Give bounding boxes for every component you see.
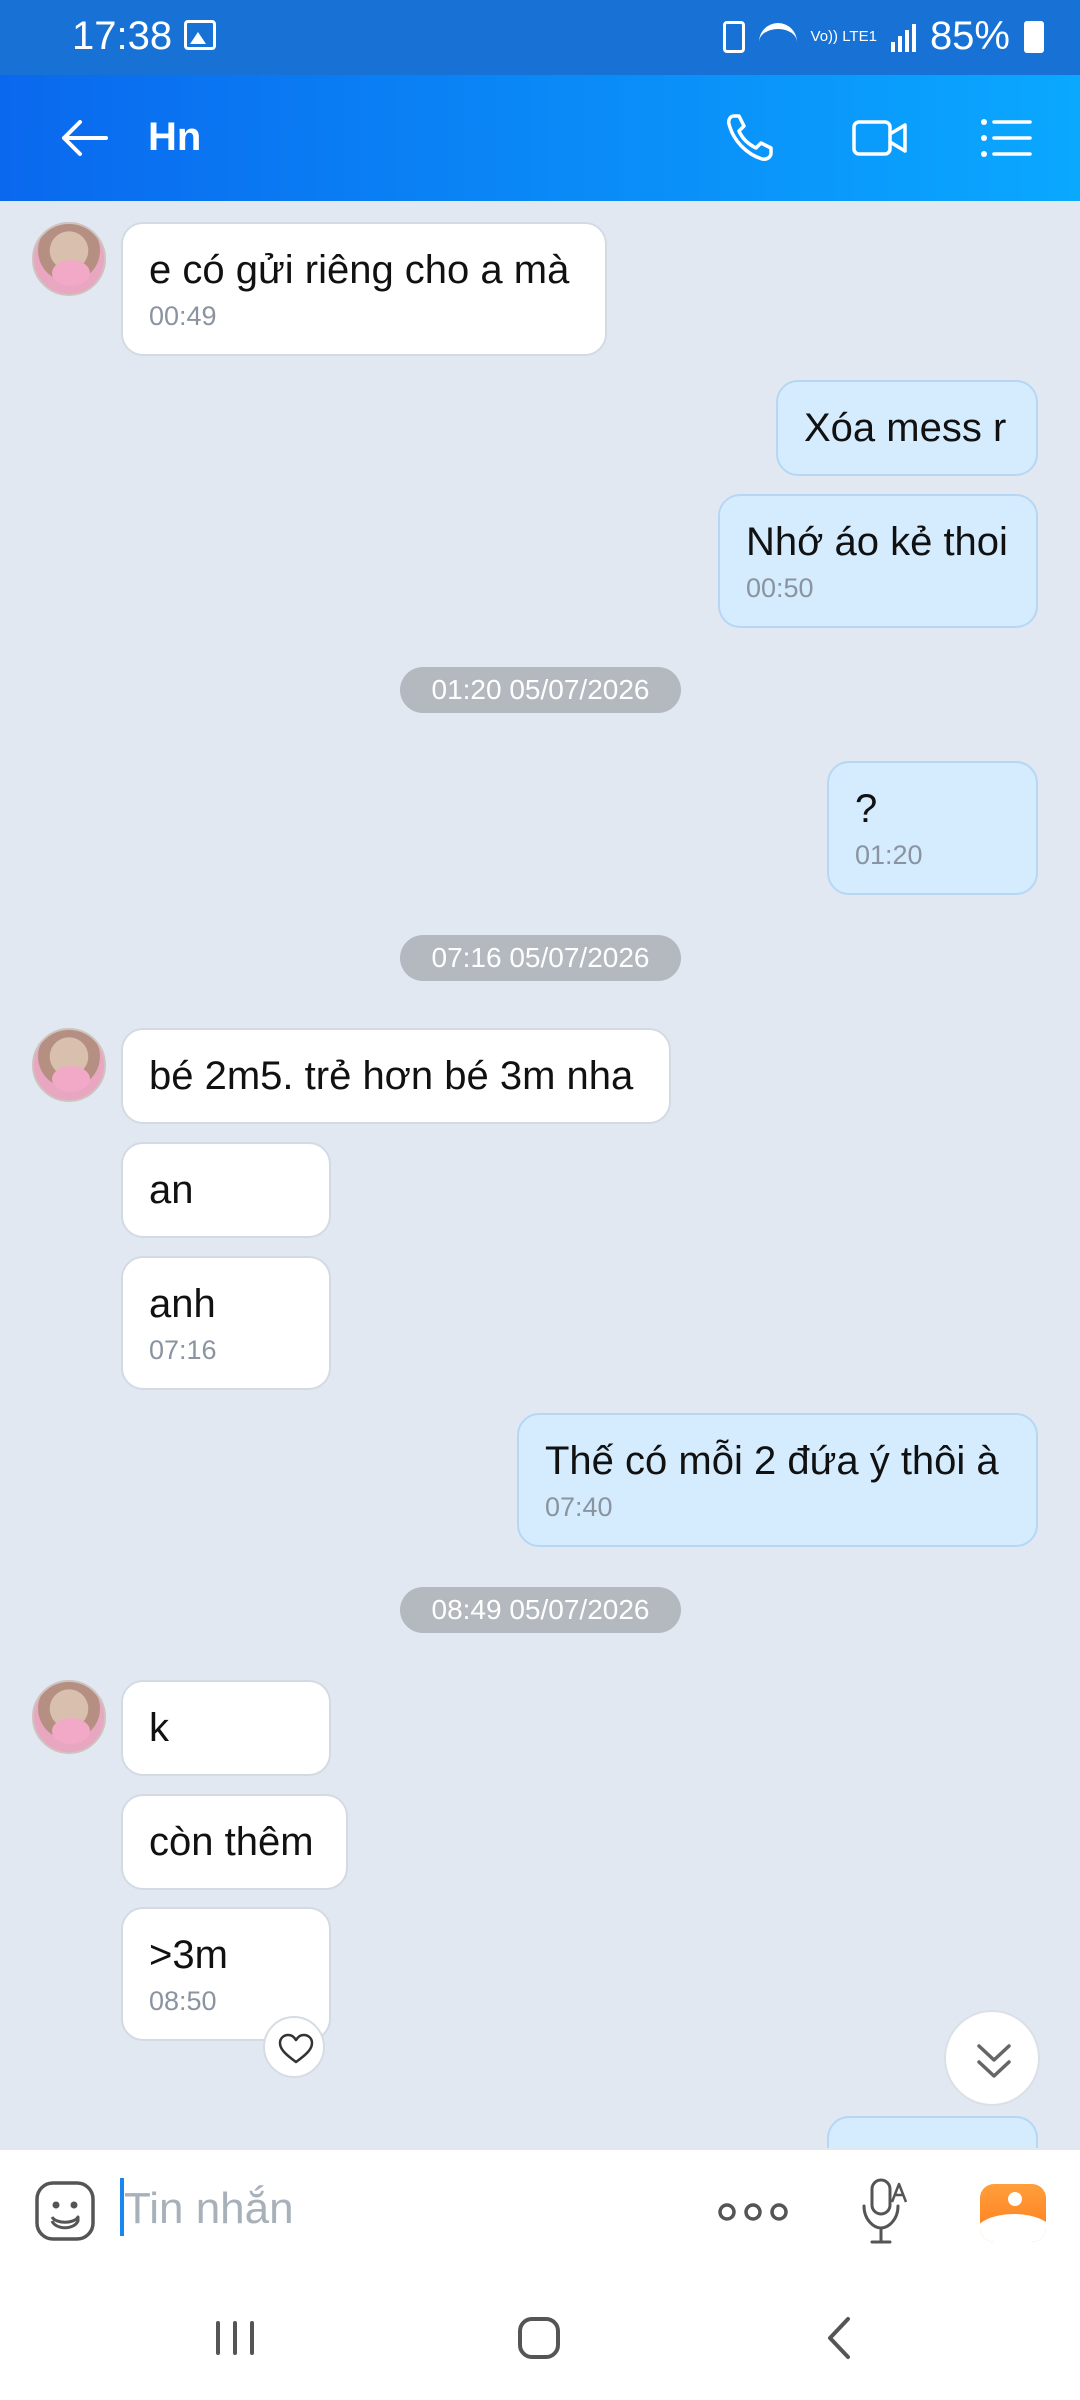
- battery-percent: 85%: [929, 14, 1010, 58]
- message-text: Nhớ áo kẻ thoi: [746, 520, 1008, 564]
- system-nav-bar: [0, 2273, 1080, 2400]
- phone-icon[interactable]: [722, 110, 778, 166]
- message-incoming[interactable]: k: [121, 1680, 331, 1776]
- video-call-icon[interactable]: [852, 110, 908, 166]
- contact-avatar[interactable]: [32, 1680, 106, 1754]
- contact-avatar[interactable]: [32, 1028, 106, 1102]
- message-text: ?: [855, 787, 878, 831]
- back-nav-icon[interactable]: [814, 2313, 868, 2363]
- date-separator: 08:49 05/07/2026: [400, 1587, 681, 1633]
- image-icon[interactable]: [980, 2184, 1046, 2242]
- message-text: Thế có mỗi 2 đứa ý thôi à: [545, 1439, 999, 1483]
- status-indicators: Vo)) LTE1 85%: [722, 14, 1044, 59]
- message-text: k: [149, 1706, 169, 1750]
- message-text: an: [149, 1168, 194, 1212]
- message-incoming[interactable]: còn thêm: [121, 1794, 348, 1890]
- message-outgoing[interactable]: Nhớ áo kẻ thoi 00:50: [718, 494, 1038, 628]
- back-arrow-icon[interactable]: [58, 113, 110, 163]
- gallery-notification-icon: [184, 20, 216, 50]
- status-time: 17:38: [72, 14, 173, 58]
- date-separator: 07:16 05/07/2026: [400, 935, 681, 981]
- message-time: 08:50: [149, 1986, 217, 2016]
- contact-name[interactable]: Hn: [148, 115, 201, 160]
- message-outgoing[interactable]: Xóa mess r: [776, 380, 1038, 476]
- more-icon[interactable]: [716, 2194, 790, 2230]
- message-time: 00:50: [746, 573, 814, 603]
- message-text: >3m: [149, 1933, 228, 1977]
- mic-icon[interactable]: [858, 2176, 910, 2246]
- message-text: e có gửi riêng cho a mà: [149, 248, 570, 292]
- heart-icon: [278, 2033, 314, 2064]
- battery-saver-icon: [722, 20, 745, 53]
- volte-indicator: Vo)) LTE1: [810, 28, 877, 45]
- message-text: bé 2m5. trẻ hơn bé 3m nha: [149, 1054, 634, 1098]
- chevron-double-down-icon: [977, 2044, 1011, 2078]
- message-incoming[interactable]: bé 2m5. trẻ hơn bé 3m nha: [121, 1028, 671, 1124]
- message-outgoing-partial[interactable]: [827, 2116, 1038, 2148]
- date-separator: 01:20 05/07/2026: [400, 667, 681, 713]
- message-time: 01:20: [855, 840, 923, 870]
- recent-apps-icon[interactable]: [208, 2313, 262, 2363]
- message-incoming[interactable]: an: [121, 1142, 331, 1238]
- contact-avatar[interactable]: [32, 222, 106, 296]
- chat-header: Hn: [0, 75, 1080, 201]
- home-icon[interactable]: [512, 2313, 566, 2363]
- menu-list-icon[interactable]: [978, 110, 1034, 166]
- message-input[interactable]: Tin nhắn: [124, 2184, 294, 2234]
- signal-icon: [890, 22, 916, 52]
- message-time: 07:40: [545, 1492, 613, 1522]
- reaction-button[interactable]: [263, 2016, 325, 2078]
- message-incoming[interactable]: anh 07:16: [121, 1256, 331, 1390]
- message-incoming[interactable]: e có gửi riêng cho a mà 00:49: [121, 222, 607, 356]
- message-outgoing[interactable]: ? 01:20: [827, 761, 1038, 895]
- emoji-icon[interactable]: [34, 2180, 96, 2242]
- status-bar: 17:38 Vo)) LTE1 85%: [0, 0, 1080, 75]
- message-composer: Tin nhắn: [0, 2148, 1080, 2273]
- message-time: 00:49: [149, 301, 217, 331]
- wifi-icon: [758, 22, 797, 51]
- scroll-to-bottom-button[interactable]: [944, 2010, 1040, 2106]
- message-text: anh: [149, 1282, 216, 1326]
- message-text: còn thêm: [149, 1820, 314, 1864]
- message-outgoing[interactable]: Thế có mỗi 2 đứa ý thôi à 07:40: [517, 1413, 1038, 1547]
- battery-icon: [1024, 20, 1044, 53]
- message-time: 07:16: [149, 1335, 217, 1365]
- message-text: Xóa mess r: [804, 406, 1007, 450]
